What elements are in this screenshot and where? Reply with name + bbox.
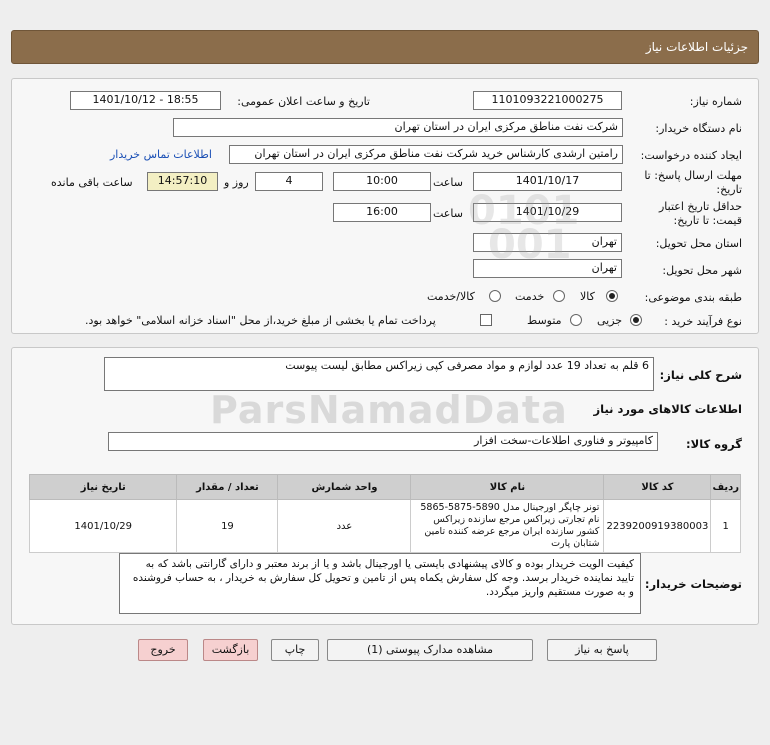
cell-code: 2239200919380003 [603,499,712,553]
validity-label-2: قیمت: تا تاریخ: [673,214,742,227]
page-header: جزئیات اطلاعات نیاز [11,30,759,64]
delivery-city-label: شهر محل تحویل: [662,264,742,277]
goods-group-label: گروه کالا: [686,437,742,451]
buyer-notes: کیفیت الویت خریدار بوده و کالای پیشنهادی… [119,553,641,614]
cell-row: 1 [710,499,741,553]
deadline-time-label: ساعت [433,176,463,189]
process-minor-radio[interactable] [630,314,642,326]
need-number-field[interactable]: 1101093221000275 [473,91,622,110]
need-number-label: شماره نیاز: [689,95,742,108]
contact-info-link[interactable]: اطلاعات تماس خریدار [110,148,212,161]
remaining-time-label: ساعت باقی مانده [51,176,133,189]
process-medium-radio[interactable] [570,314,582,326]
col-code: کد کالا [603,474,712,500]
cell-unit: عدد [277,499,412,553]
col-qty: تعداد / مقدار [176,474,279,500]
buyer-org-field[interactable]: شرکت نفت مناطق مرکزی ایران در استان تهرا… [173,118,623,137]
category-label: طبقه بندی موضوعی: [644,291,742,304]
category-service-radio[interactable] [553,290,565,302]
category-goods-service-radio[interactable] [489,290,501,302]
reply-button[interactable]: پاسخ به نیاز [547,639,657,661]
watermark-number-2: 001 [488,222,572,268]
days-label: روز و [224,176,249,189]
col-row: ردیف [710,474,741,500]
creator-label: ایجاد کننده درخواست: [640,149,742,162]
deadline-time-field[interactable]: 10:00 [333,172,431,191]
category-goods-service-label: کالا/خدمت [427,290,475,303]
col-unit: واحد شمارش [277,474,412,500]
announce-field[interactable]: 1401/10/12 - 18:55 [70,91,221,110]
back-button[interactable]: بازگشت [203,639,258,661]
summary-field: 6 قلم به تعداد 19 عدد لوازم و مواد مصرفی… [104,357,654,391]
goods-info-title: اطلاعات کالاهای مورد نیاز [593,402,742,416]
announce-label: تاریخ و ساعت اعلان عمومی: [237,95,370,108]
goods-group-field: کامپیوتر و فناوری اطلاعات-سخت افزار [108,432,658,451]
goods-table-header: ردیف کد کالا نام کالا واحد شمارش تعداد /… [28,474,741,500]
col-name: نام کالا [410,474,605,500]
goods-table: ردیف کد کالا نام کالا واحد شمارش تعداد /… [28,474,741,553]
exit-button[interactable]: خروج [138,639,188,661]
print-button[interactable]: چاپ [271,639,319,661]
process-minor-label: جزیی [597,314,623,327]
cell-qty: 19 [176,499,279,553]
view-documents-button[interactable]: مشاهده مدارک پیوستی (1) [327,639,533,661]
validity-label-1: حداقل تاریخ اعتبار [658,200,742,213]
deadline-label-2: تاریخ: [716,183,742,196]
watermark: ParsNamadData [210,388,568,432]
validity-time-label: ساعت [433,207,463,220]
delivery-province-label: استان محل تحویل: [655,237,742,250]
table-row[interactable]: 1 2239200919380003 تونر چاپگر اورجینال م… [28,499,741,553]
cell-name: تونر چاپگر اورجینال مدل 5890-5875-5865 ن… [410,499,605,553]
category-goods-label: کالا [580,290,595,303]
col-date: تاریخ نیاز [28,474,178,500]
process-label: نوع فرآیند خرید : [664,315,742,328]
page-title: جزئیات اطلاعات نیاز [645,40,748,54]
buyer-org-label: نام دستگاه خریدار: [655,122,742,135]
remaining-time-field: 14:57:10 [147,172,218,191]
category-goods-radio[interactable] [606,290,618,302]
validity-time-field[interactable]: 16:00 [333,203,431,222]
cell-date: 1401/10/29 [28,499,178,553]
deadline-label-1: مهلت ارسال پاسخ: تا [644,169,742,182]
creator-field[interactable]: رامتین ارشدی کارشناس خرید شرکت نفت مناطق… [229,145,623,164]
summary-label: شرح کلی نیاز: [659,368,742,382]
process-medium-label: متوسط [527,314,562,327]
category-service-label: خدمت [515,290,545,303]
days-remaining-field[interactable]: 4 [255,172,323,191]
treasury-payment-checkbox[interactable] [480,314,492,326]
buyer-notes-label: توضیحات خریدار: [644,577,742,591]
treasury-payment-note: پرداخت تمام یا بخشی از مبلغ خرید،از محل … [85,314,436,327]
